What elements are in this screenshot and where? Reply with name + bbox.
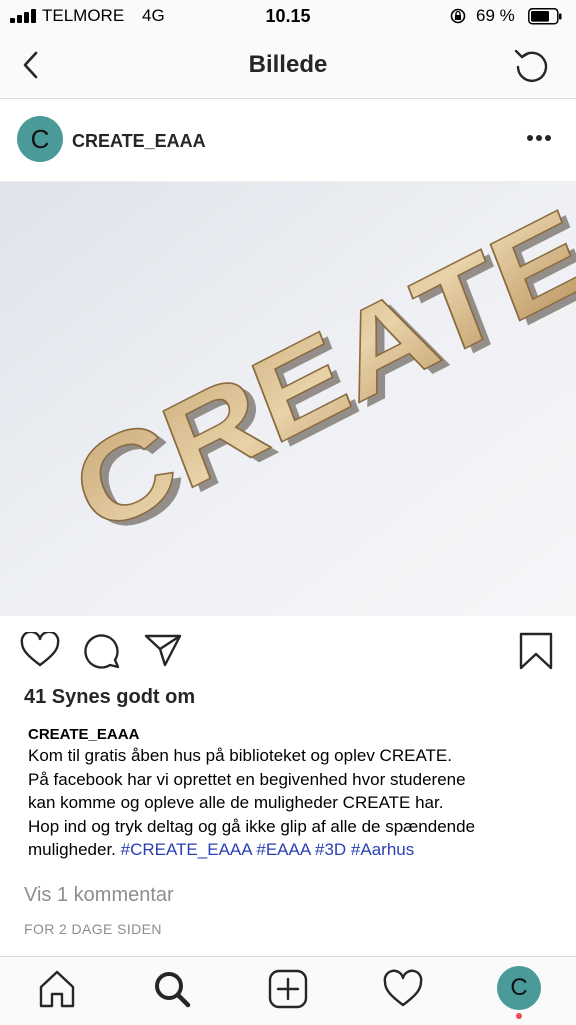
profile-avatar[interactable]: C — [497, 966, 541, 1010]
nav-header: Billede — [0, 34, 576, 99]
view-comments-link[interactable]: Vis 1 kommentar — [24, 884, 174, 907]
caption-text: Kom til gratis åben hus på biblioteket o… — [28, 744, 548, 862]
hashtag-link[interactable]: #CREATE_EAAA — [121, 840, 252, 859]
hashtag-link[interactable]: #Aarhus — [351, 840, 414, 859]
caption-username[interactable]: CREATE_EAAA — [28, 726, 139, 743]
bookmark-icon[interactable] — [518, 631, 554, 671]
notification-dot — [516, 1013, 522, 1019]
more-horizontal-icon[interactable] — [527, 135, 557, 143]
orientation-lock-icon — [450, 8, 466, 24]
caption-line: muligheder. — [28, 840, 116, 859]
post-header: C CREATE_EAAA — [0, 99, 576, 182]
caption-line: På facebook har vi oprettet en begivenhe… — [28, 769, 466, 789]
post-username[interactable]: CREATE_EAAA — [72, 131, 206, 152]
page-title: Billede — [248, 51, 328, 78]
home-icon[interactable] — [35, 967, 79, 1011]
comment-icon[interactable] — [82, 632, 122, 670]
post-image[interactable]: CREATE CREATE — [0, 182, 576, 616]
caption-line: kan komme og opleve alle de muligheder C… — [28, 793, 444, 812]
status-bar: TELMORE 4G 10.15 69 % — [0, 0, 576, 34]
battery-icon — [528, 8, 562, 25]
refresh-icon[interactable] — [512, 45, 552, 85]
new-post-icon[interactable] — [266, 967, 310, 1011]
hashtag-link[interactable]: #EAAA — [256, 840, 310, 859]
caption-line: Hop ind og tryk deltag og gå ikke glip a… — [28, 816, 476, 836]
hashtag-link[interactable]: #3D — [315, 840, 346, 859]
caption-line: Kom til gratis åben hus på biblioteket o… — [28, 746, 452, 765]
caption-line-last: muligheder. #CREATE_EAAA #EAAA #3D #Aarh… — [28, 838, 548, 862]
avatar[interactable]: C — [17, 116, 63, 162]
like-count[interactable]: 41 Synes godt om — [24, 686, 195, 709]
post-footer: 41 Synes godt om CREATE_EAAA Kom til gra… — [0, 616, 576, 956]
share-icon[interactable] — [143, 632, 183, 668]
heart-icon[interactable] — [20, 632, 60, 668]
search-icon[interactable] — [150, 967, 194, 1011]
wooden-letters-photo: CREATE CREATE — [0, 182, 576, 616]
bottom-tab-bar: C — [0, 956, 576, 1025]
post-timestamp: FOR 2 DAGE SIDEN — [24, 921, 162, 937]
battery-percent: 69 % — [476, 6, 515, 25]
activity-heart-icon[interactable] — [381, 967, 425, 1011]
